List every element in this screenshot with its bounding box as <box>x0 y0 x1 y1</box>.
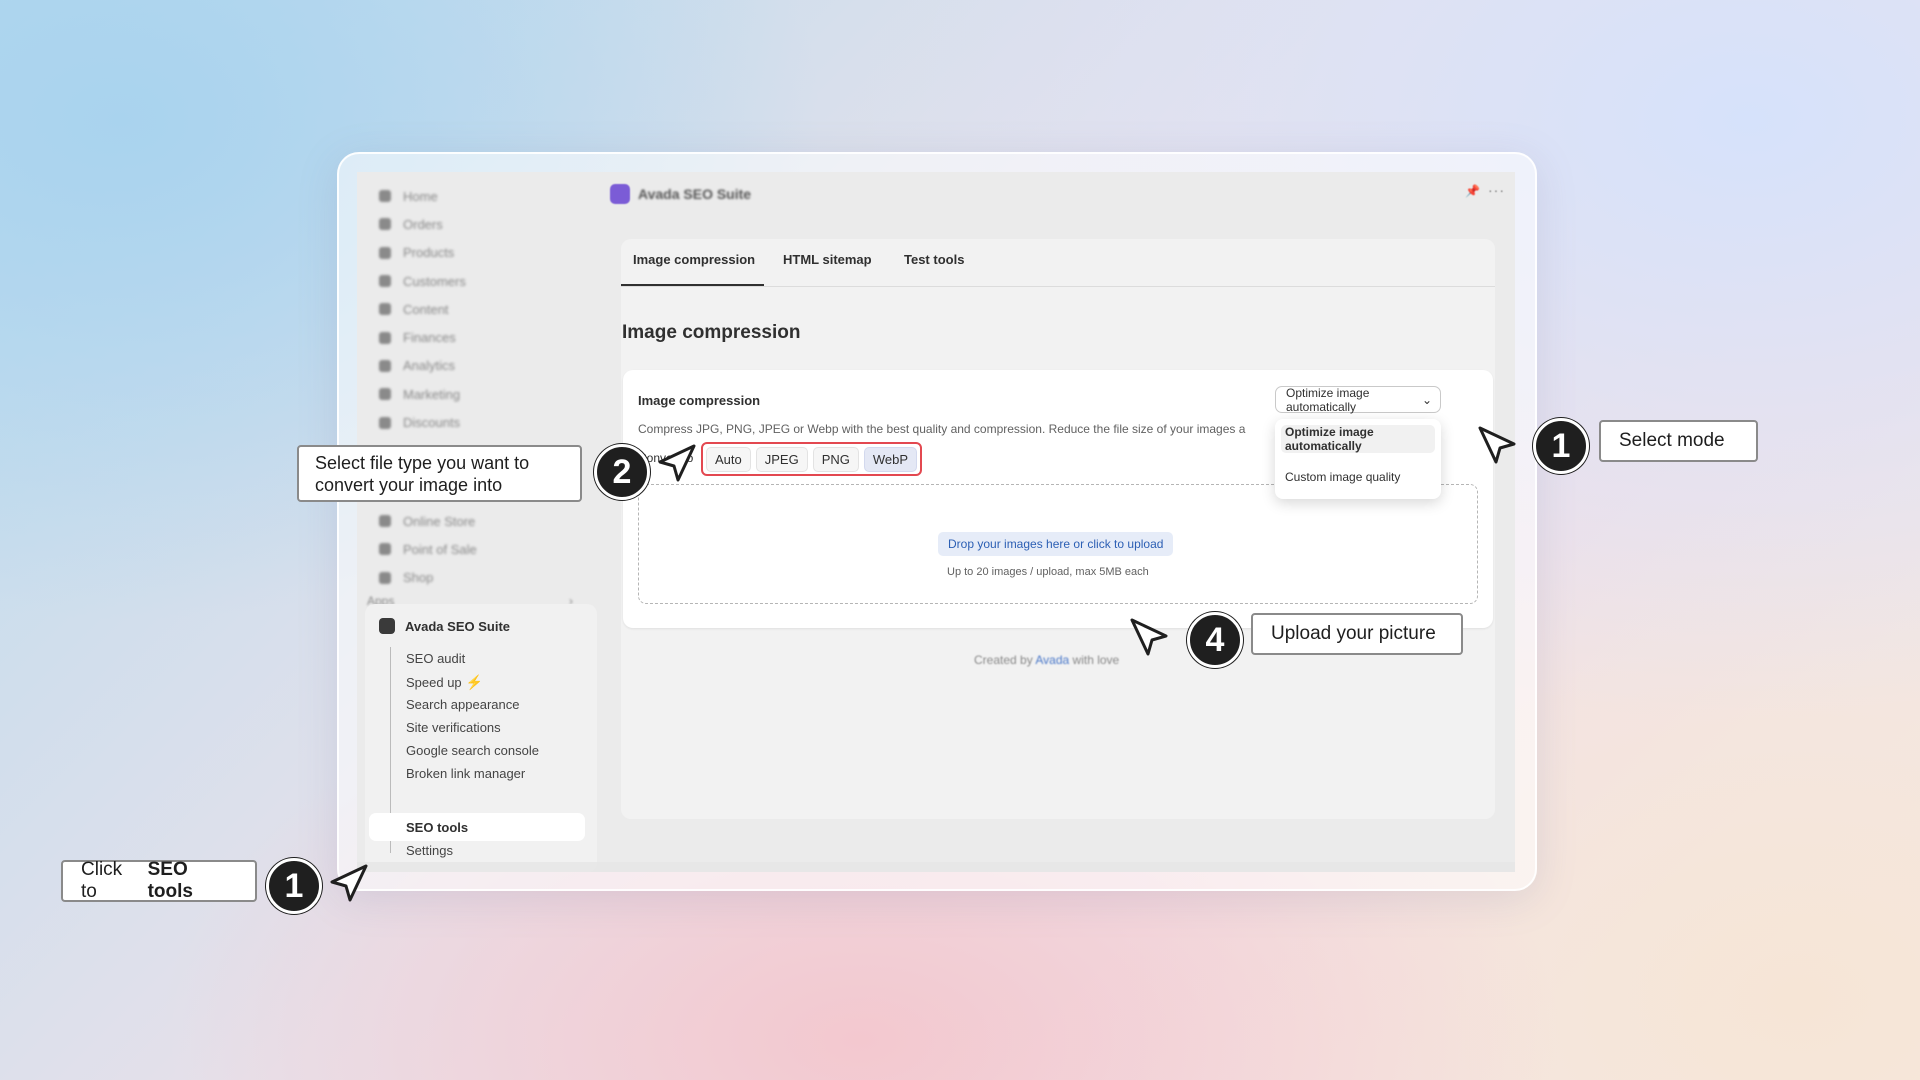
nav-item-point-of-sale[interactable]: Point of Sale <box>379 535 477 563</box>
step-1-mode-badge: 1 <box>1533 418 1589 474</box>
home-icon <box>379 190 391 203</box>
bottom-edge <box>357 862 1515 872</box>
nav-item-products[interactable]: Products <box>379 239 466 267</box>
step-4-badge: 4 <box>1187 612 1243 668</box>
upload-button[interactable]: Drop your images here or click to upload <box>938 532 1174 556</box>
tab-test-tools[interactable]: Test tools <box>904 252 964 267</box>
card-title: Image compression <box>638 393 761 408</box>
mode-dropdown-menu: Optimize image automatically Custom imag… <box>1275 419 1441 499</box>
step-1-tools-badge: 1 <box>266 858 322 914</box>
step-2-badge: 2 <box>594 444 650 500</box>
app-logo-icon <box>610 184 630 204</box>
nav-item-finances[interactable]: Finances <box>379 323 466 351</box>
app-nav-header[interactable]: Avada SEO Suite <box>379 618 510 634</box>
nav-item-analytics[interactable]: Analytics <box>379 352 466 380</box>
chart-icon <box>379 359 391 372</box>
page-title: Image compression <box>622 322 801 343</box>
format-auto-button[interactable]: Auto <box>706 446 751 472</box>
callout-select-file-type: Select file type you want to convert you… <box>297 445 582 502</box>
tag-icon <box>379 246 391 259</box>
more-options-icon[interactable]: ··· <box>1488 182 1505 198</box>
active-tab-indicator <box>621 284 764 286</box>
person-icon <box>379 275 391 288</box>
tabs-divider <box>621 286 1495 287</box>
cursor-arrow-icon <box>330 864 368 902</box>
tab-html-sitemap[interactable]: HTML sitemap <box>783 252 872 267</box>
nav-item-shop[interactable]: Shop <box>379 564 477 592</box>
subnav-search-appearance[interactable]: Search appearance <box>406 697 519 712</box>
lightning-icon: ⚡ <box>465 674 484 690</box>
chevron-down-icon: ⌄ <box>1421 392 1432 407</box>
sales-channels-nav: Online Store Point of Sale Shop <box>379 507 477 592</box>
card-description: Compress JPG, PNG, JPEG or Webp with the… <box>638 422 1246 436</box>
target-icon <box>379 388 391 401</box>
orders-icon <box>379 218 391 231</box>
subnav-site-verifications[interactable]: Site verifications <box>406 720 501 735</box>
cursor-arrow-icon <box>1130 618 1168 656</box>
callout-select-mode: Select mode <box>1599 420 1758 462</box>
cursor-arrow-icon <box>1478 426 1516 464</box>
pos-icon <box>379 543 391 556</box>
discount-icon <box>379 416 391 429</box>
app-window: Home Orders Products Customers Content F… <box>357 172 1515 872</box>
mode-option-custom[interactable]: Custom image quality <box>1281 463 1435 491</box>
store-icon <box>379 515 391 528</box>
mode-option-automatic[interactable]: Optimize image automatically <box>1281 425 1435 453</box>
callout-upload-picture: Upload your picture <box>1251 613 1463 655</box>
app-title: Avada SEO Suite <box>638 186 752 202</box>
format-webp-button[interactable]: WebP <box>863 446 918 472</box>
pin-icon[interactable]: 📌 <box>1465 184 1480 198</box>
format-segmented-control: Auto JPEG PNG WebP <box>701 442 923 476</box>
avada-link[interactable]: Avada <box>1035 653 1069 667</box>
format-jpeg-button[interactable]: JPEG <box>755 446 808 472</box>
content-icon <box>379 303 391 316</box>
nav-item-home[interactable]: Home <box>379 182 466 210</box>
format-png-button[interactable]: PNG <box>812 446 859 472</box>
upload-hint: Up to 20 images / upload, max 5MB each <box>947 566 1149 578</box>
nav-item-marketing[interactable]: Marketing <box>379 380 466 408</box>
callout-click-seo-tools: Click to SEO tools <box>61 859 257 902</box>
active-item-highlight <box>369 813 585 841</box>
subnav-seo-tools[interactable]: SEO tools <box>406 820 468 835</box>
sidebar: Home Orders Products Customers Content F… <box>357 172 597 872</box>
mode-select[interactable]: Optimize image automatically ⌄ <box>1275 386 1441 414</box>
tab-image-compression[interactable]: Image compression <box>633 252 755 267</box>
subnav-settings[interactable]: Settings <box>406 843 453 858</box>
nav-item-discounts[interactable]: Discounts <box>379 408 466 436</box>
nav-item-content[interactable]: Content <box>379 295 466 323</box>
nav-item-customers[interactable]: Customers <box>379 267 466 295</box>
subnav-google-search-console[interactable]: Google search console <box>406 743 539 758</box>
nav-item-orders[interactable]: Orders <box>379 210 466 238</box>
shop-icon <box>379 571 391 584</box>
cursor-arrow-icon <box>658 444 696 482</box>
app-logo-icon <box>379 618 395 634</box>
bank-icon <box>379 331 391 344</box>
main-nav: Home Orders Products Customers Content F… <box>379 182 466 437</box>
subnav-seo-audit[interactable]: SEO audit <box>406 651 465 666</box>
nav-item-online-store[interactable]: Online Store <box>379 507 477 535</box>
subnav-speed-up[interactable]: Speed up ⚡ <box>406 674 483 691</box>
subnav-broken-link-manager[interactable]: Broken link manager <box>406 766 525 781</box>
footer-credit: Created by Avada with love <box>974 653 1120 667</box>
